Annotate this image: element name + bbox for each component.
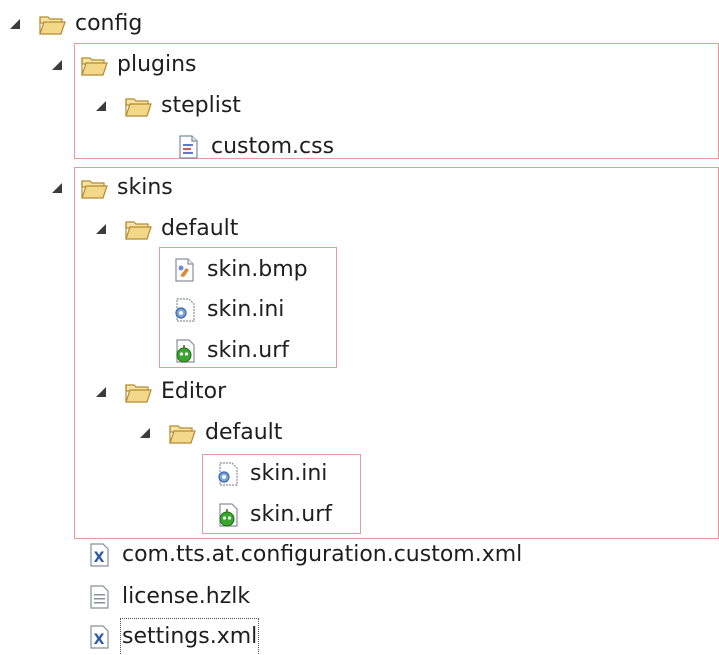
text-file-icon <box>85 583 113 611</box>
tree-item-label: plugins <box>117 52 197 77</box>
tree-item-config-xml[interactable]: com.tts.at.configuration.custom.xml <box>85 538 522 572</box>
tree-item-label: skins <box>117 175 173 200</box>
tree-item-label: skin.urf <box>207 338 289 363</box>
tree-item-default[interactable]: default <box>94 212 238 246</box>
tree-item-skins[interactable]: skins <box>50 171 173 205</box>
tree-item-custom-css[interactable]: custom.css <box>174 130 334 164</box>
tree-item-label: settings.xml <box>119 618 260 655</box>
folder-open-icon <box>124 92 152 120</box>
tree-item-label: skin.ini <box>207 297 285 322</box>
folder-open-icon <box>168 419 196 447</box>
tree-item-label: default <box>205 420 283 445</box>
xml-file-icon <box>85 623 113 651</box>
tree-item-skin-bmp[interactable]: skin.bmp <box>170 253 308 287</box>
xml-file-icon <box>85 541 113 569</box>
expand-arrow-icon[interactable] <box>138 426 152 440</box>
folder-open-icon <box>124 378 152 406</box>
tree-item-label: skin.ini <box>250 461 328 486</box>
folder-open-icon <box>80 174 108 202</box>
bitmap-file-icon <box>170 256 198 284</box>
urf-file-icon <box>170 337 198 365</box>
tree-item-editor[interactable]: Editor <box>94 375 226 409</box>
folder-open-icon <box>38 10 66 38</box>
tree-item-label: license.hzlk <box>122 584 251 609</box>
expand-arrow-icon[interactable] <box>8 17 22 31</box>
tree-item-skin-urf[interactable]: skin.urf <box>170 334 289 368</box>
tree-item-label: Editor <box>161 379 227 404</box>
tree-item-settings-xml[interactable]: settings.xml <box>85 618 260 655</box>
expand-arrow-icon[interactable] <box>50 181 64 195</box>
tree-item-plugins[interactable]: plugins <box>50 48 197 82</box>
tree-item-label: default <box>161 216 239 241</box>
tree-item-label: skin.bmp <box>207 257 308 282</box>
tree-item-config[interactable]: config <box>8 7 142 41</box>
tree-item-editor-default[interactable]: default <box>138 416 282 450</box>
expand-arrow-icon[interactable] <box>50 58 64 72</box>
tree-item-label: config <box>75 11 143 36</box>
tree-item-label: com.tts.at.configuration.custom.xml <box>122 542 523 567</box>
ini-file-icon <box>170 296 198 324</box>
folder-open-icon <box>80 51 108 79</box>
folder-open-icon <box>124 215 152 243</box>
expand-arrow-icon[interactable] <box>94 222 108 236</box>
tree-item-editor-skin-ini[interactable]: skin.ini <box>213 457 327 491</box>
tree-item-skin-ini[interactable]: skin.ini <box>170 293 284 327</box>
css-file-icon <box>174 133 202 161</box>
tree-item-editor-skin-urf[interactable]: skin.urf <box>213 498 332 532</box>
tree-item-label: skin.urf <box>250 502 332 527</box>
tree-item-label: custom.css <box>211 134 335 159</box>
urf-file-icon <box>213 501 241 529</box>
tree-item-steplist[interactable]: steplist <box>94 89 241 123</box>
tree-item-label: steplist <box>161 93 241 118</box>
ini-file-icon <box>213 460 241 488</box>
expand-arrow-icon[interactable] <box>94 99 108 113</box>
tree-item-license[interactable]: license.hzlk <box>85 580 250 614</box>
expand-arrow-icon[interactable] <box>94 385 108 399</box>
